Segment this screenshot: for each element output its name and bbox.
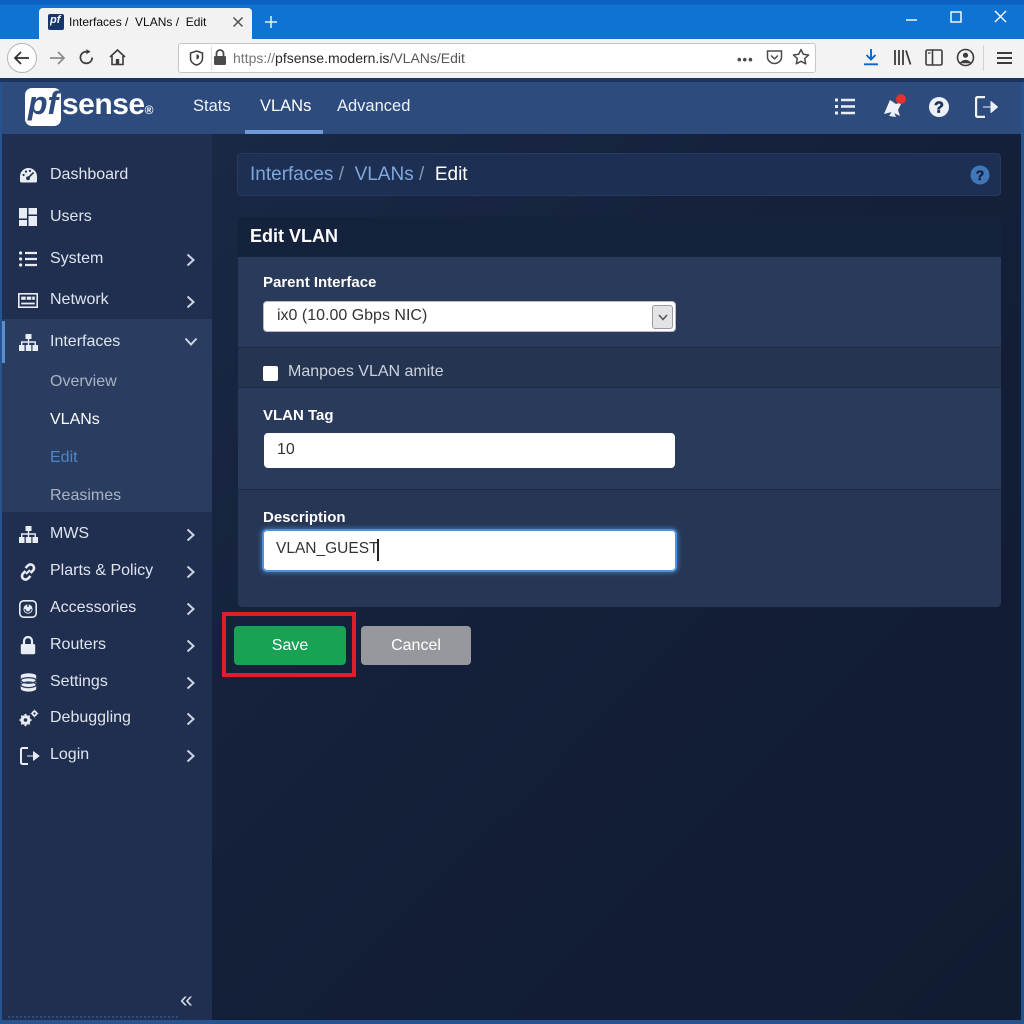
- svg-text:?: ?: [976, 167, 985, 183]
- svg-text:?: ?: [934, 100, 944, 117]
